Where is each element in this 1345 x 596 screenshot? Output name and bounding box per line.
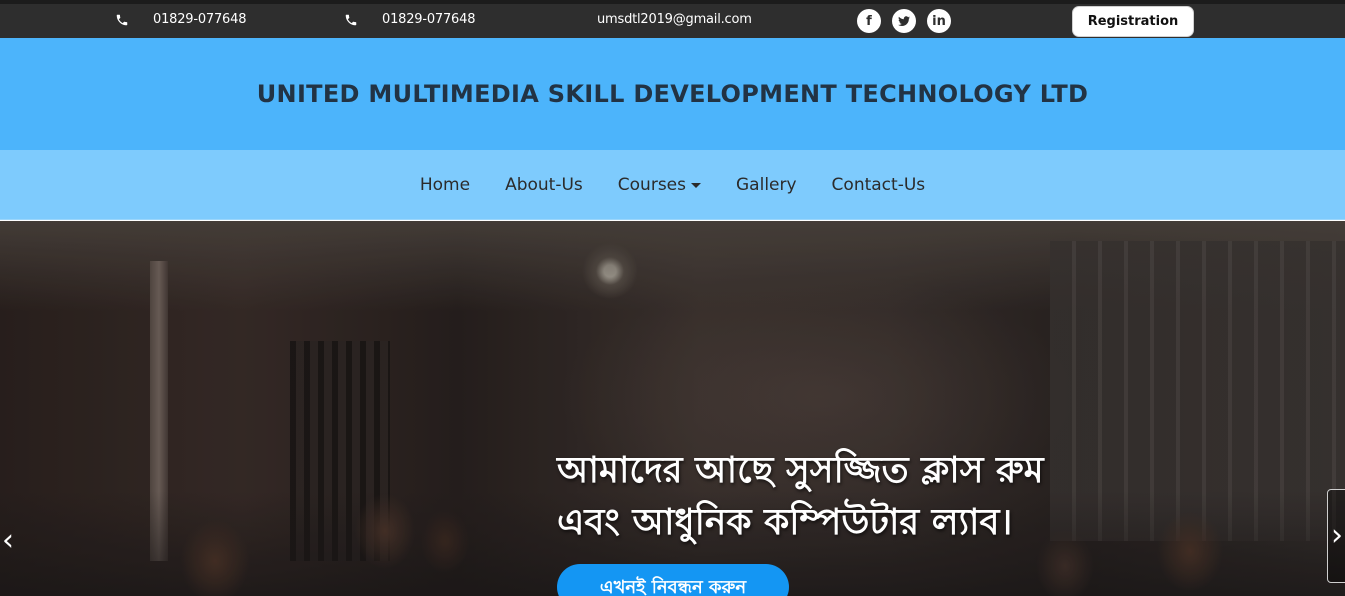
- carousel-next-icon[interactable]: ›: [1327, 489, 1345, 583]
- nav-item-gallery[interactable]: Gallery: [736, 175, 797, 195]
- phone-contact-1[interactable]: 01829-077648: [115, 12, 246, 27]
- nav-item-contact-us[interactable]: Contact-Us: [832, 175, 926, 195]
- register-now-button[interactable]: এখনই নিবন্ধন করুন: [557, 564, 789, 596]
- site-title: UNITED MULTIMEDIA SKILL DEVELOPMENT TECH…: [256, 80, 1089, 108]
- phone-number-2: 01829-077648: [382, 12, 476, 27]
- email-contact[interactable]: umsdtl2019@gmail.com: [597, 12, 752, 27]
- hero-caption-line-1: আমাদের আছে সুসজ্জিত ক্লাস রুম: [557, 450, 1044, 491]
- caret-down-icon: [691, 183, 701, 188]
- nav-item-home[interactable]: Home: [420, 175, 470, 195]
- facebook-icon[interactable]: f: [857, 9, 881, 33]
- nav-item-courses[interactable]: Courses: [618, 175, 701, 195]
- phone-contact-2[interactable]: 01829-077648: [344, 12, 475, 27]
- social-links: f in: [857, 9, 951, 33]
- hero-caption: আমাদের আছে সুসজ্জিত ক্লাস রুম এবং আধুনিক…: [557, 445, 1197, 549]
- nav-item-about-us[interactable]: About-Us: [505, 175, 583, 195]
- phone-number-1: 01829-077648: [153, 12, 247, 27]
- hero-carousel: আমাদের আছে সুসজ্জিত ক্লাস রুম এবং আধুনিক…: [0, 221, 1345, 596]
- main-nav: Home About-Us Courses Gallery Contact-Us: [0, 150, 1345, 220]
- registration-button[interactable]: Registration: [1072, 6, 1194, 37]
- linkedin-icon[interactable]: in: [927, 9, 951, 33]
- phone-icon: [116, 14, 128, 25]
- brand-header: UNITED MULTIMEDIA SKILL DEVELOPMENT TECH…: [0, 38, 1345, 150]
- hero-caption-line-2: এবং আধুনিক কম্পিউটার ল্যাব।: [557, 502, 1013, 543]
- twitter-icon[interactable]: [892, 9, 916, 33]
- carousel-prev-icon[interactable]: ‹: [2, 526, 14, 556]
- top-contact-bar: 01829-077648 01829-077648 umsdtl2019@gma…: [0, 0, 1345, 38]
- email-address: umsdtl2019@gmail.com: [597, 12, 752, 27]
- phone-icon: [345, 14, 357, 25]
